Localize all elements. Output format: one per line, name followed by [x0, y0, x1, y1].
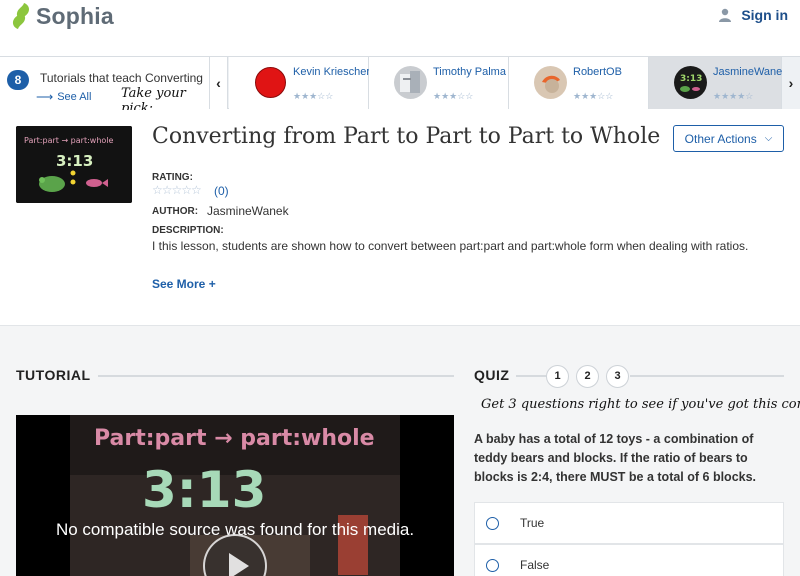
tutorial-info: Part:part → part:whole 3:13 Converting f… [0, 110, 800, 326]
author-avatar [394, 66, 427, 99]
content-area: TUTORIAL Part:part → part:whole 3:13 No … [0, 326, 800, 576]
tutorials-summary: 8 Tutorials that teach Converting ⟶ See … [0, 57, 210, 116]
divider [630, 375, 784, 377]
card-rating-stars: ★★★☆☆ [573, 91, 614, 101]
carousel-prev-button[interactable]: ‹ [210, 57, 228, 109]
tutorial-card[interactable]: Kevin Kriescher ★★★☆☆ [229, 57, 371, 109]
divider [516, 375, 546, 377]
author-avatar [534, 66, 567, 99]
rating-count[interactable]: (0) [214, 184, 229, 198]
author-label: AUTHOR: [152, 206, 199, 217]
rating-stars[interactable]: ☆☆☆☆☆ [152, 183, 202, 197]
chevron-right-icon: › [788, 75, 794, 91]
see-all-label: See All [57, 91, 92, 103]
card-rating-stars: ★★★★☆ [713, 91, 754, 101]
sign-in-label: Sign in [741, 7, 788, 23]
site-header: Sophia Sign in [0, 0, 800, 56]
carousel-next-button[interactable]: › [782, 57, 800, 109]
option-label: False [520, 558, 550, 572]
card-author: RobertOB [573, 66, 622, 78]
quiz-option-true[interactable]: True [474, 502, 784, 544]
card-author: JasmineWanek [713, 66, 788, 78]
card-rating-stars: ★★★☆☆ [293, 91, 334, 101]
quiz-section-title: QUIZ [474, 367, 510, 383]
other-actions-button[interactable]: Other Actions ⌵ [673, 125, 784, 152]
tutorial-card[interactable]: RobertOB ★★★☆☆ [509, 57, 649, 109]
radio-button[interactable] [486, 516, 499, 530]
user-icon [719, 8, 732, 22]
quiz-question-3[interactable]: 3 [606, 365, 629, 388]
quiz-option-false[interactable]: False [474, 544, 784, 576]
quiz-question-text: A baby has a total of 12 toys - a combin… [474, 432, 757, 484]
tutorial-carousel: 8 Tutorials that teach Converting ⟶ See … [0, 56, 800, 116]
radio-button[interactable] [486, 558, 499, 572]
description-text: I this lesson, students are shown how to… [152, 239, 749, 253]
sign-in-link[interactable]: Sign in [719, 7, 788, 23]
tutorial-card-active[interactable]: 3:13 JasmineWanek ★★★★☆ [649, 57, 788, 109]
arrow-right-icon: ⟶ [36, 90, 54, 104]
card-author: Kevin Kriescher [293, 66, 371, 78]
option-label: True [520, 516, 545, 530]
tutorial-card[interactable]: Timothy Palma ★★★☆☆ [369, 57, 509, 109]
rating-label: RATING: [152, 172, 193, 183]
card-rating-stars: ★★★☆☆ [433, 91, 474, 101]
quiz-question-2[interactable]: 2 [576, 365, 599, 388]
quiz-question-1[interactable]: 1 [546, 365, 569, 388]
thumb-ratio: 3:13 [56, 152, 93, 170]
logo-text: Sophia [36, 2, 114, 29]
chevron-down-icon: ⌵ [764, 133, 773, 144]
tutorial-section-title: TUTORIAL [16, 367, 91, 383]
author-avatar [254, 66, 287, 99]
description-label: DESCRIPTION: [152, 225, 224, 236]
thumb-heading: Part:part → part:whole [24, 136, 114, 145]
card-author: Timothy Palma [433, 66, 506, 78]
chevron-left-icon: ‹ [216, 75, 221, 91]
video-heading: Part:part → part:whole [94, 426, 375, 451]
quiz-hint: Get 3 questions right to see if you've g… [481, 397, 800, 412]
video-ratio: 3:13 [142, 461, 266, 519]
video-player[interactable]: Part:part → part:whole 3:13 No compatibl… [16, 415, 454, 576]
see-more-link[interactable]: See More + [152, 277, 216, 291]
tutorial-thumbnail[interactable]: Part:part → part:whole 3:13 [16, 126, 132, 203]
sophia-leaf-icon [12, 3, 30, 29]
svg-text:3:13: 3:13 [680, 74, 702, 84]
tutorials-text: Tutorials that teach Converting [40, 71, 203, 85]
tutorial-count-badge: 8 [7, 70, 29, 90]
divider [98, 375, 454, 377]
author-name: JasmineWanek [207, 204, 289, 218]
other-actions-label: Other Actions [684, 131, 757, 146]
author-avatar: 3:13 [674, 66, 707, 99]
page-title: Converting from Part to Part to Part to … [152, 124, 661, 149]
sophia-logo[interactable]: Sophia [10, 2, 114, 30]
see-all-link[interactable]: ⟶ See All [36, 90, 91, 104]
